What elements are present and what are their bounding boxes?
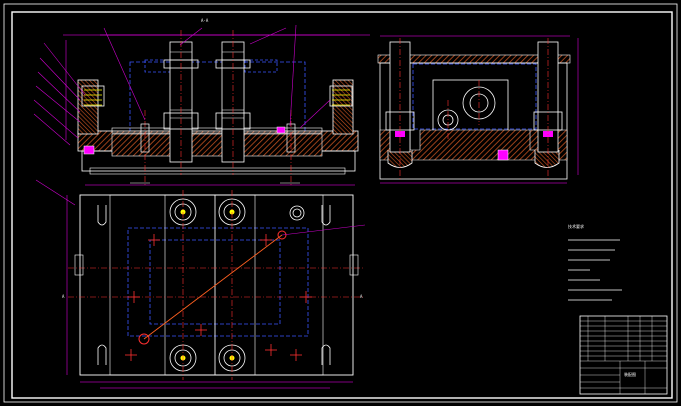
drawing-border-inner [11, 11, 673, 399]
drawing-border-outer [3, 3, 678, 403]
technical-notes: 技术要求 [568, 223, 622, 301]
section-marker-right: A [360, 294, 363, 299]
section-marker-left: A [62, 294, 65, 299]
title-block-title: 装配图 [624, 371, 636, 377]
section-label: A-A [201, 18, 209, 23]
title-block: 装配图 [579, 315, 668, 395]
side-section-view [377, 35, 579, 184]
front-section-view: A-A [33, 18, 370, 206]
notes-heading: 技术要求 [568, 223, 584, 229]
plan-view: A A [62, 190, 366, 389]
cad-drawing: A-A A A 技术要求 装配图 [3, 3, 678, 403]
